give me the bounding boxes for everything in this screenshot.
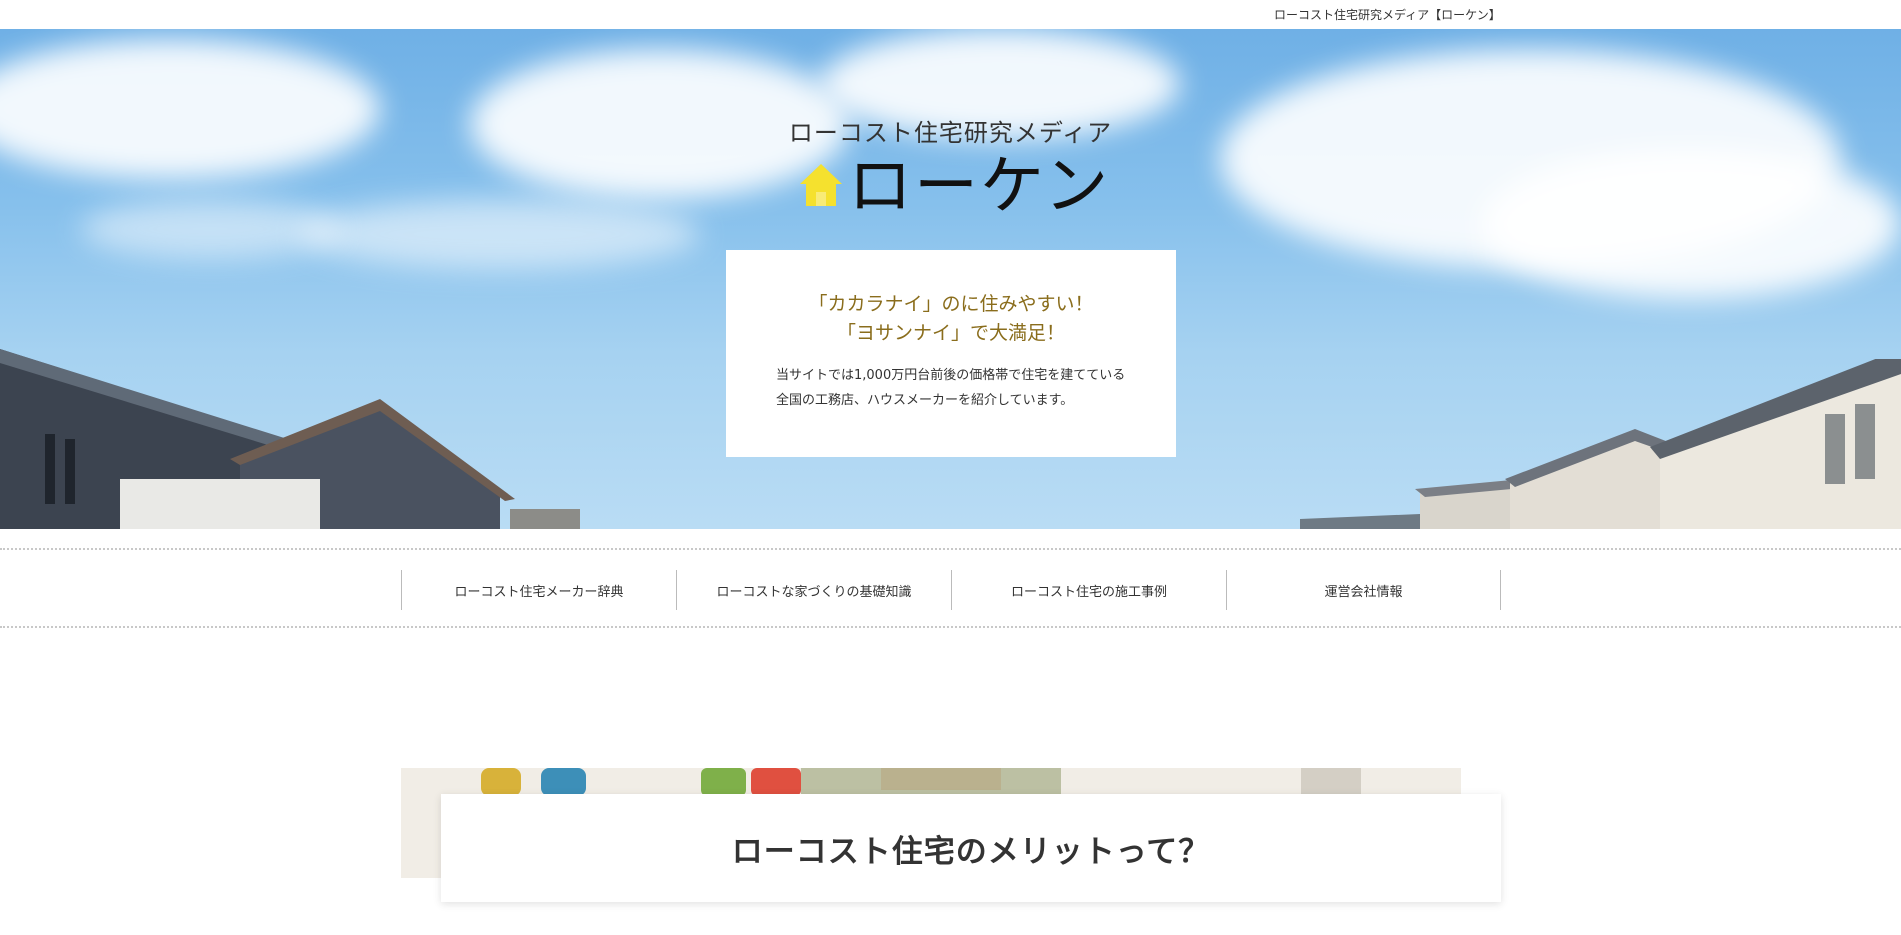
site-logo[interactable]: ローケン [798, 141, 1110, 224]
cloud [1480, 149, 1900, 299]
cloud [300, 199, 700, 269]
nav-item-label: 運営会社情報 [1324, 584, 1403, 600]
cloud [80, 199, 340, 259]
nav-item-case-studies[interactable]: ローコスト住宅の施工事例 [951, 570, 1226, 610]
nav-item-label: ローコスト住宅の施工事例 [1010, 584, 1167, 600]
right-house-image [1300, 359, 1901, 529]
cloud [0, 39, 380, 179]
catch-description: 当サイトでは1,000万円台前後の価格帯で住宅を建てている全国の工務店、ハウスメ… [776, 368, 1126, 408]
nav-item-maker-dictionary[interactable]: ローコスト住宅メーカー辞典 [401, 570, 676, 610]
nav-item-company-info[interactable]: 運営会社情報 [1226, 570, 1501, 610]
global-nav: ローコスト住宅メーカー辞典 ローコストな家づくりの基礎知識 ローコスト住宅の施工… [0, 548, 1901, 628]
nav-item-label: ローコストな家づくりの基礎知識 [716, 584, 912, 600]
hero-banner: ローコスト住宅研究メディア ローケン 「カカラナイ」のに住みやすい！ 「ヨサンナ… [0, 29, 1901, 529]
section-title: ローコスト住宅のメリットって？ [731, 833, 1211, 870]
left-house-image [0, 349, 580, 529]
top-bar: ローコスト住宅研究メディア【ローケン】 [0, 0, 1901, 29]
nav-item-label: ローコスト住宅メーカー辞典 [454, 584, 624, 600]
house-icon [800, 164, 842, 206]
site-tagline: ローコスト住宅研究メディア【ローケン】 [1274, 8, 1501, 22]
catch-line-1: 「カカラナイ」のに住みやすい！ [808, 293, 1094, 315]
catch-box: 「カカラナイ」のに住みやすい！ 「ヨサンナイ」で大満足！ 当サイトでは1,000… [726, 250, 1176, 457]
logo-text: ローケン [848, 150, 1111, 224]
section-title-card: ローコスト住宅のメリットって？ [441, 794, 1501, 902]
nav-item-basic-knowledge[interactable]: ローコストな家づくりの基礎知識 [676, 570, 951, 610]
catch-line-2: 「ヨサンナイ」で大満足！ [836, 322, 1065, 344]
